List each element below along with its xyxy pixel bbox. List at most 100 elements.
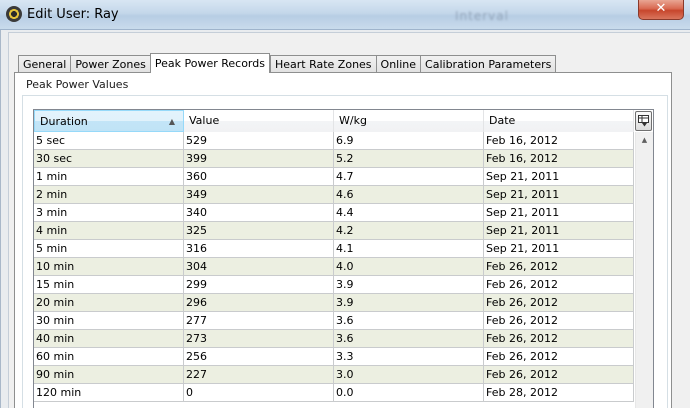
cell-date: Sep 21, 2011 [484,168,634,185]
table-row[interactable]: 15 min 299 3.9 Feb 26, 2012 [34,276,634,294]
cell-duration: 3 min [34,204,184,221]
cell-duration: 15 min [34,276,184,293]
table-row[interactable]: 120 min 0 0.0 Feb 28, 2012 [34,384,634,402]
cell-value: 316 [184,240,334,257]
cell-duration: 40 min [34,330,184,347]
tab-online[interactable]: Online [375,55,421,73]
tab-general[interactable]: General [18,55,71,73]
table-row[interactable]: 30 sec 399 5.2 Feb 16, 2012 [34,150,634,168]
column-header-wkg[interactable]: W/kg [334,110,484,132]
cell-value: 340 [184,204,334,221]
cell-wkg: 5.2 [334,150,484,167]
table-row[interactable]: 3 min 340 4.4 Sep 21, 2011 [34,204,634,222]
cell-wkg: 4.2 [334,222,484,239]
column-chooser-button[interactable] [635,111,652,131]
sort-ascending-icon: ▲ [168,117,175,126]
cell-duration: 60 min [34,348,184,365]
background-window-title: Interval [455,9,509,23]
cell-date: Sep 21, 2011 [484,240,634,257]
table-row[interactable]: 60 min 256 3.3 Feb 26, 2012 [34,348,634,366]
cell-date: Sep 21, 2011 [484,222,634,239]
cell-duration: 5 sec [34,132,184,149]
group-title: Peak Power Values [26,78,129,91]
cell-value: 296 [184,294,334,311]
cell-wkg: 0.0 [334,384,484,401]
cell-date: Feb 26, 2012 [484,366,634,383]
table-row[interactable]: 40 min 273 3.6 Feb 26, 2012 [34,330,634,348]
table-row[interactable]: 2 min 349 4.6 Sep 21, 2011 [34,186,634,204]
cell-wkg: 3.6 [334,330,484,347]
cell-date: Feb 26, 2012 [484,330,634,347]
cell-wkg: 4.4 [334,204,484,221]
close-button[interactable]: ✕ [638,0,684,20]
cell-date: Feb 16, 2012 [484,150,634,167]
cell-date: Sep 21, 2011 [484,204,634,221]
cell-wkg: 4.6 [334,186,484,203]
tab-peak-power-records[interactable]: Peak Power Records [149,53,270,73]
scroll-up-icon[interactable]: ▲ [636,132,653,149]
cell-date: Feb 26, 2012 [484,312,634,329]
cell-value: 277 [184,312,334,329]
table-header: Duration ▲ Value W/kg Date [34,110,634,132]
cell-value: 227 [184,366,334,383]
vertical-scrollbar[interactable]: ▲ [635,132,653,408]
table-body: 5 sec 529 6.9 Feb 16, 2012 30 sec 399 5.2 Feb 1… [34,132,634,402]
table-row[interactable]: 20 min 296 3.9 Feb 26, 2012 [34,294,634,312]
cell-value: 256 [184,348,334,365]
cell-wkg: 3.0 [334,366,484,383]
table-row[interactable]: 5 min 316 4.1 Sep 21, 2011 [34,240,634,258]
table-row[interactable]: 30 min 277 3.6 Feb 26, 2012 [34,312,634,330]
cell-value: 360 [184,168,334,185]
cell-value: 304 [184,258,334,275]
cell-value: 0 [184,384,334,401]
cell-duration: 10 min [34,258,184,275]
column-chooser-icon [638,115,649,127]
cell-duration: 2 min [34,186,184,203]
cell-duration: 5 min [34,240,184,257]
column-header-value[interactable]: Value [184,110,334,132]
tab-strip: General Power Zones Peak Power Records H… [18,53,557,73]
cell-value: 529 [184,132,334,149]
cell-duration: 20 min [34,294,184,311]
cell-value: 273 [184,330,334,347]
table-row[interactable]: 10 min 304 4.0 Feb 26, 2012 [34,258,634,276]
table-row[interactable]: 90 min 227 3.0 Feb 26, 2012 [34,366,634,384]
app-logo-icon[interactable] [6,6,22,22]
cell-wkg: 6.9 [334,132,484,149]
cell-wkg: 3.9 [334,294,484,311]
cell-duration: 30 min [34,312,184,329]
table-row[interactable]: 1 min 360 4.7 Sep 21, 2011 [34,168,634,186]
cell-value: 325 [184,222,334,239]
cell-value: 299 [184,276,334,293]
cell-duration: 4 min [34,222,184,239]
cell-date: Feb 26, 2012 [484,258,634,275]
cell-value: 399 [184,150,334,167]
tab-calibration-parameters[interactable]: Calibration Parameters [420,55,557,73]
tab-heart-rate-zones[interactable]: Heart Rate Zones [269,55,376,73]
cell-date: Feb 26, 2012 [484,276,634,293]
cell-wkg: 4.1 [334,240,484,257]
window-title: Edit User: Ray [27,7,119,22]
cell-duration: 120 min [34,384,184,401]
cell-wkg: 4.0 [334,258,484,275]
tab-power-zones[interactable]: Power Zones [70,55,150,73]
cell-date: Feb 26, 2012 [484,294,634,311]
cell-date: Feb 28, 2012 [484,384,634,401]
column-header-date[interactable]: Date [484,110,634,132]
cell-wkg: 3.3 [334,348,484,365]
cell-duration: 90 min [34,366,184,383]
cell-duration: 1 min [34,168,184,185]
cell-date: Sep 21, 2011 [484,186,634,203]
peak-power-table: Duration ▲ Value W/kg Date 5 sec 529 6.9 Fe… [33,109,654,408]
cell-duration: 30 sec [34,150,184,167]
table-row[interactable]: 5 sec 529 6.9 Feb 16, 2012 [34,132,634,150]
cell-wkg: 4.7 [334,168,484,185]
title-bar: Edit User: Ray Interval ✕ [0,0,690,30]
cell-wkg: 3.9 [334,276,484,293]
cell-date: Feb 16, 2012 [484,132,634,149]
table-row[interactable]: 4 min 325 4.2 Sep 21, 2011 [34,222,634,240]
cell-wkg: 3.6 [334,312,484,329]
column-header-duration[interactable]: Duration ▲ [34,110,184,132]
cell-value: 349 [184,186,334,203]
cell-date: Feb 26, 2012 [484,348,634,365]
